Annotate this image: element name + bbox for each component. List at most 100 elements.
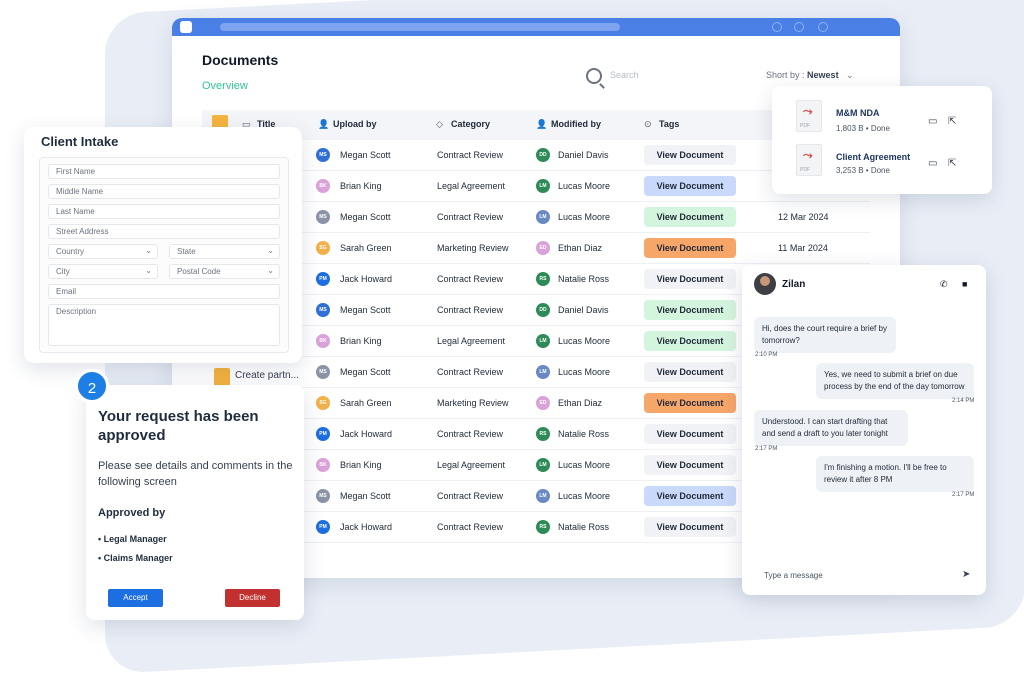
date-text: 12 Mar 2024 [778, 212, 829, 222]
modifier-name: Lucas Moore [558, 336, 611, 346]
column-category[interactable]: ◇ Category [436, 119, 490, 130]
modifier-name: Natalie Ross [558, 522, 610, 532]
modifier-name: Lucas Moore [558, 212, 611, 222]
city-select[interactable]: City ⌄ [48, 264, 158, 279]
chevron-down-icon: ⌄ [267, 246, 274, 255]
tab-overview[interactable]: Overview [202, 80, 248, 92]
view-document-button[interactable]: View Document [644, 269, 736, 289]
view-document-button[interactable]: View Document [644, 393, 736, 413]
first-name-field[interactable]: First Name [48, 164, 280, 179]
file-name[interactable]: Client Agreement [836, 152, 910, 162]
email-field[interactable]: Email [48, 284, 280, 299]
uploader-name: Brian King [340, 181, 382, 191]
view-document-button[interactable]: View Document [644, 176, 736, 196]
avatar: RS [536, 520, 550, 534]
video-icon[interactable]: ■ [962, 279, 967, 289]
share-icon[interactable]: ⇱ [948, 158, 956, 169]
description-field[interactable]: Description [48, 304, 280, 346]
table-row[interactable]: SG Sarah Green Marketing Review ED Ethan Dia… [302, 233, 870, 264]
folder-icon[interactable]: ▭ [928, 158, 937, 169]
file-name[interactable]: M&M NDA [836, 108, 880, 118]
intake-form: First Name Middle Name Last Name Street … [39, 157, 289, 353]
refresh-icon[interactable] [818, 22, 828, 32]
forward-icon[interactable] [794, 22, 804, 32]
approver-item: • Claims Manager [98, 553, 173, 563]
view-document-button[interactable]: View Document [644, 238, 736, 258]
state-select[interactable]: State ⌄ [169, 244, 280, 259]
modifier-name: Daniel Davis [558, 305, 609, 315]
phone-icon[interactable]: ✆ [940, 279, 948, 290]
view-document-button[interactable]: View Document [644, 300, 736, 320]
column-tags[interactable]: ⊙ Tags [644, 119, 679, 130]
modifier-name: Natalie Ross [558, 429, 610, 439]
avatar: LM [536, 365, 550, 379]
avatar: MS [316, 365, 330, 379]
category-text: Contract Review [437, 367, 504, 377]
message-input[interactable]: Type a message [764, 571, 823, 580]
document-icon [214, 368, 230, 386]
message-time: 2:14 PM [952, 398, 975, 404]
chat-panel: Zilan ✆ ■ Hi, does the court require a b… [742, 265, 986, 595]
address-bar[interactable] [220, 23, 620, 31]
avatar: LM [536, 489, 550, 503]
sort-label: Short by : [766, 70, 805, 80]
file-meta: 1,803 B • Done [836, 124, 890, 133]
category-text: Contract Review [437, 491, 504, 501]
uploader-name: Sarah Green [340, 243, 392, 253]
uploader-name: Jack Howard [340, 274, 393, 284]
uploader-name: Jack Howard [340, 429, 393, 439]
avatar: SG [316, 241, 330, 255]
avatar [754, 273, 776, 295]
column-upload-by[interactable]: 👤 Upload by [318, 119, 377, 130]
country-select[interactable]: Country ⌄ [48, 244, 158, 259]
share-icon[interactable]: ⇱ [948, 116, 956, 127]
create-partnership-item[interactable]: Create partn... [235, 370, 299, 381]
send-icon[interactable]: ➤ [962, 569, 970, 580]
view-document-button[interactable]: View Document [644, 145, 736, 165]
modifier-name: Lucas Moore [558, 367, 611, 377]
view-document-button[interactable]: View Document [644, 424, 736, 444]
files-popup: ⤳ PDF M&M NDA 1,803 B • Done ▭ ⇱ ⤳ PDF Cli… [772, 86, 992, 194]
view-document-button[interactable]: View Document [644, 362, 736, 382]
view-document-button[interactable]: View Document [644, 207, 736, 227]
category-text: Legal Agreement [437, 181, 506, 191]
street-address-field[interactable]: Street Address [48, 224, 280, 239]
sort-dropdown[interactable]: Short by : Newest ⌄ [766, 70, 854, 81]
page-title: Documents [202, 52, 279, 68]
uploader-name: Megan Scott [340, 367, 391, 377]
view-document-button[interactable]: View Document [644, 455, 736, 475]
avatar: LM [536, 210, 550, 224]
avatar: LM [536, 458, 550, 472]
search-icon[interactable] [586, 68, 602, 84]
postal-code-select[interactable]: Postal Code ⌄ [169, 264, 280, 279]
last-name-field[interactable]: Last Name [48, 204, 280, 219]
decline-button[interactable]: Decline [225, 589, 280, 607]
category-text: Contract Review [437, 150, 504, 160]
modifier-name: Ethan Diaz [558, 398, 603, 408]
search-input[interactable]: Search [610, 70, 639, 80]
avatar: RS [536, 427, 550, 441]
view-document-button[interactable]: View Document [644, 331, 736, 351]
accept-button[interactable]: Accept [108, 589, 163, 607]
file-meta: 3,253 B • Done [836, 166, 890, 175]
avatar: PM [316, 520, 330, 534]
table-row[interactable]: MS Megan Scott Contract Review LM Lucas Moor… [302, 202, 870, 233]
back-icon[interactable] [772, 22, 782, 32]
uploader-name: Brian King [340, 460, 382, 470]
step-badge: 2 [75, 369, 109, 403]
window-titlebar [172, 18, 900, 36]
chevron-down-icon: ⌄ [841, 70, 854, 80]
approver-item: • Legal Manager [98, 534, 167, 544]
folder-icon[interactable]: ▭ [928, 116, 937, 127]
chevron-down-icon: ⌄ [145, 266, 152, 275]
middle-name-field[interactable]: Middle Name [48, 184, 280, 199]
column-modified-by[interactable]: 👤 Modified by [536, 119, 601, 130]
message-time: 2:10 PM [755, 352, 778, 358]
chat-message-outgoing: I'm finishing a motion. I'll be free to … [816, 456, 974, 492]
avatar: MS [316, 148, 330, 162]
intake-title: Client Intake [41, 134, 119, 149]
view-document-button[interactable]: View Document [644, 486, 736, 506]
category-text: Contract Review [437, 522, 504, 532]
modifier-name: Ethan Diaz [558, 243, 603, 253]
view-document-button[interactable]: View Document [644, 517, 736, 537]
